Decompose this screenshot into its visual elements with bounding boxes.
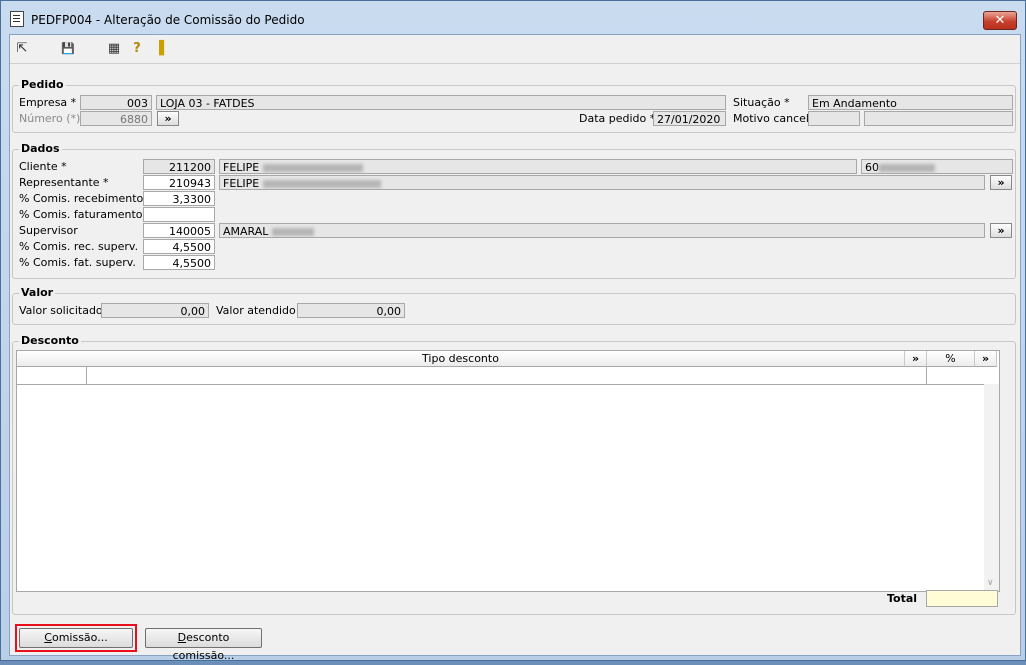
comis-fat-label: % Comis. faturamento [19, 208, 143, 221]
comis-receb-label: % Comis. recebimento [19, 192, 144, 205]
column-pct-expand-button[interactable]: » [975, 351, 997, 367]
data-pedido-field: 27/01/2020 [653, 111, 726, 126]
pedido-legend: Pedido [19, 78, 66, 91]
cliente-code-field[interactable]: 211200 [143, 159, 215, 174]
supervisor-name-text: AMARAL [223, 225, 269, 238]
row-percent-cell[interactable] [927, 367, 997, 384]
comis-fat-superv-label: % Comis. fat. superv. [19, 256, 136, 269]
redacted-block [263, 164, 364, 172]
representante-name-field: FELIPE [219, 175, 985, 190]
situacao-field: Em Andamento [808, 95, 1013, 110]
supervisor-code-field[interactable]: 140005 [143, 223, 215, 238]
document-icon [10, 11, 24, 27]
title-bar[interactable]: PEDFP004 - Alteração de Comissão do Pedi… [1, 1, 1025, 33]
dados-legend: Dados [19, 142, 62, 155]
pedido-group: Pedido Empresa * 003 LOJA 03 - FATDES Nú… [12, 78, 1016, 133]
situacao-label: Situação * [733, 96, 790, 109]
grid-vertical-scrollbar[interactable]: ∨ [984, 384, 999, 590]
column-tipo-expand-button[interactable]: » [905, 351, 927, 367]
valor-atendido-field: 0,00 [297, 303, 405, 318]
comissao-label: omissão... [51, 631, 108, 644]
empresa-code-field[interactable]: 003 [80, 95, 152, 110]
cliente-doc-text: 60 [865, 161, 879, 174]
row-tipo-cell[interactable] [87, 367, 927, 384]
numero-field[interactable]: 6880 [80, 111, 152, 126]
motivo-cancel-label: Motivo cancel. [733, 112, 813, 125]
valor-solicitado-field: 0,00 [101, 303, 209, 318]
help-icon[interactable]: ? [129, 41, 145, 57]
exit-door-icon[interactable]: ▐ [151, 41, 167, 57]
application-window: PEDFP004 - Alteração de Comissão do Pedi… [0, 0, 1026, 662]
desconto-comissao-button[interactable]: Desconto comissão... [145, 628, 262, 662]
comis-receb-field[interactable]: 3,3300 [143, 191, 215, 206]
comissao-button[interactable]: Comissão... [19, 628, 133, 648]
desconto-grid: Tipo desconto » % » ∨ [16, 350, 1000, 592]
empresa-label: Empresa * [19, 96, 77, 109]
save-icon[interactable]: 💾 [60, 41, 76, 57]
total-field [926, 590, 998, 607]
supervisor-lookup-button[interactable]: » [990, 223, 1012, 238]
data-pedido-label: Data pedido * [579, 112, 656, 125]
row-code-cell[interactable] [17, 367, 87, 384]
redacted-block [263, 180, 382, 188]
cliente-name-text: FELIPE [223, 161, 260, 174]
redacted-block [879, 164, 935, 172]
valor-solicitado-label: Valor solicitado [19, 304, 103, 317]
motivo-cancel-desc-field [864, 111, 1013, 126]
cliente-doc-field: 60 [861, 159, 1013, 174]
back-icon[interactable]: ⇱ [14, 41, 30, 57]
dados-group: Dados Cliente * 211200 FELIPE 60 Represe… [12, 142, 1016, 279]
comis-fat-field[interactable] [143, 207, 215, 222]
comis-fat-superv-field[interactable]: 4,5500 [143, 255, 215, 270]
toolbar: ⇱ 💾 ▦ ? ▐ [10, 35, 1020, 61]
window-title: PEDFP004 - Alteração de Comissão do Pedi… [31, 13, 305, 27]
cliente-label: Cliente * [19, 160, 67, 173]
representante-name-text: FELIPE [223, 177, 260, 190]
motivo-cancel-code-field [808, 111, 860, 126]
table-row[interactable] [17, 367, 997, 385]
representante-code-field[interactable]: 210943 [143, 175, 215, 190]
total-label: Total [887, 592, 918, 605]
comis-rec-superv-label: % Comis. rec. superv. [19, 240, 139, 253]
calendar-icon[interactable]: ▦ [106, 41, 122, 57]
comissao-accel: C [44, 631, 52, 644]
numero-label: Número (*) [19, 112, 81, 125]
supervisor-name-field: AMARAL [219, 223, 985, 238]
representante-label: Representante * [19, 176, 109, 189]
form-client-area: ⇱ 💾 ▦ ? ▐ Pedido Empresa * 003 LOJA 03 -… [9, 34, 1021, 662]
redacted-block [272, 228, 315, 236]
desconto-legend: Desconto [19, 334, 81, 347]
valor-group: Valor Valor solicitado 0,00 Valor atendi… [12, 286, 1016, 325]
toolbar-separator [10, 63, 1020, 64]
supervisor-label: Supervisor [19, 224, 78, 237]
column-header-tipo-desconto[interactable]: Tipo desconto [17, 351, 905, 367]
scroll-down-icon[interactable]: ∨ [987, 578, 994, 588]
valor-legend: Valor [19, 286, 56, 299]
empresa-name-field: LOJA 03 - FATDES [156, 95, 726, 110]
representante-lookup-button[interactable]: » [990, 175, 1012, 190]
valor-atendido-label: Valor atendido [216, 304, 296, 317]
numero-lookup-button[interactable]: » [157, 111, 179, 126]
column-header-percent[interactable]: % [927, 351, 975, 367]
cliente-name-field: FELIPE [219, 159, 857, 174]
desconto-accel: D [177, 631, 187, 644]
comis-rec-superv-field[interactable]: 4,5500 [143, 239, 215, 254]
close-button[interactable]: ✕ [983, 11, 1017, 30]
